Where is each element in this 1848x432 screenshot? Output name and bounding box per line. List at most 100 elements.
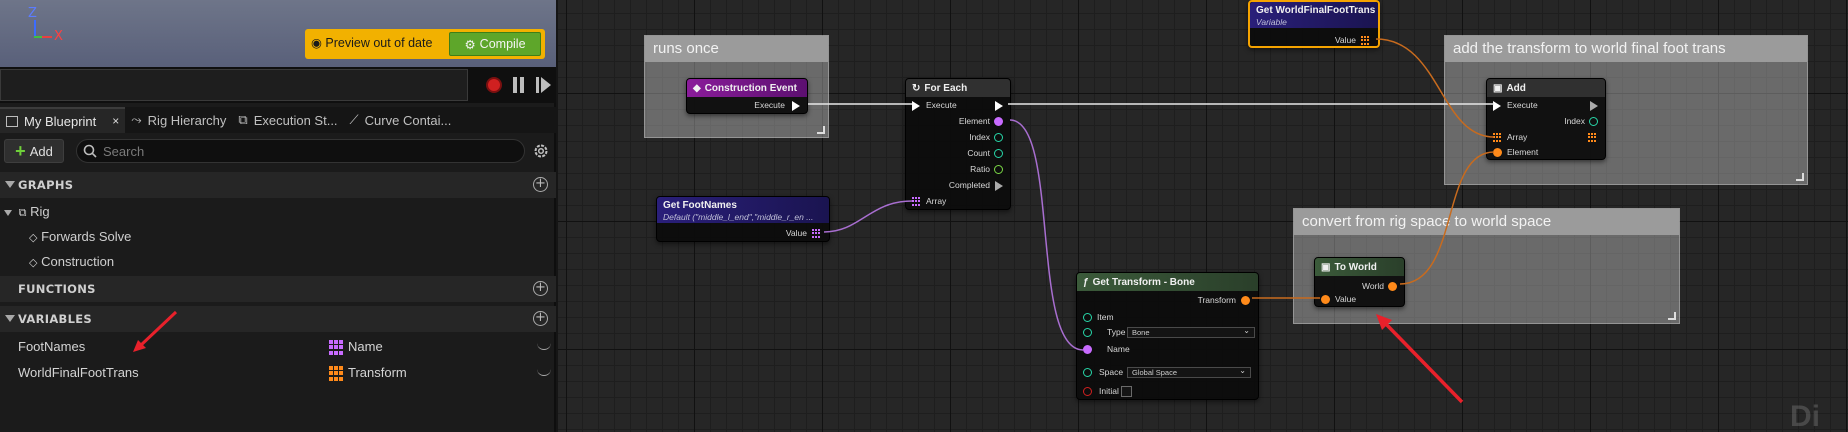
completed-exec-pin[interactable] xyxy=(995,181,1003,191)
transform-out-pin[interactable] xyxy=(1241,296,1250,305)
settings-gear-icon[interactable] xyxy=(532,142,550,160)
node-title: Get WorldFinalFootTrans xyxy=(1256,5,1376,16)
index-pin[interactable] xyxy=(994,133,1003,142)
value-pin[interactable] xyxy=(812,229,821,238)
node-add[interactable]: ▣ Add Execute Index Array Element xyxy=(1486,78,1606,160)
add-graph-icon[interactable]: + xyxy=(533,177,548,192)
exec-in-pin[interactable] xyxy=(1493,101,1501,111)
tree-item-rig[interactable]: ⧉ Rig xyxy=(4,204,50,220)
world-out-pin[interactable] xyxy=(1388,282,1397,291)
array-pin[interactable] xyxy=(912,197,921,206)
axis-z-label: Z xyxy=(28,6,37,21)
step-icon[interactable] xyxy=(536,77,552,93)
tree-item-forwards-solve[interactable]: ◇ Forwards Solve xyxy=(29,229,131,244)
search-input[interactable] xyxy=(103,143,503,159)
exec-out-pin[interactable] xyxy=(792,101,800,111)
watermark-logo: Di xyxy=(1790,400,1820,432)
variable-row-worldfinalfoottrans[interactable]: WorldFinalFootTrans Transform xyxy=(0,360,556,386)
node-title: Add xyxy=(1506,82,1526,94)
add-button[interactable]: + Add xyxy=(4,139,64,163)
preview-viewport[interactable]: Z X ◉ Preview out of date ⚙ Compile xyxy=(0,0,556,67)
tab-execution-stack[interactable]: ⧉ Execution St... xyxy=(232,107,343,133)
tab-my-blueprint[interactable]: My Blueprint × xyxy=(0,107,126,133)
exec-out-pin[interactable] xyxy=(995,101,1003,111)
variable-type[interactable]: Transform xyxy=(348,365,407,380)
search-icon xyxy=(83,144,97,158)
compile-button[interactable]: ⚙ Compile xyxy=(449,32,541,56)
axis-y-line xyxy=(34,36,42,38)
section-label: VARIABLES xyxy=(18,312,92,326)
item-pin[interactable] xyxy=(1083,313,1092,322)
add-variable-icon[interactable]: + xyxy=(533,311,548,326)
tab-label: Curve Contai... xyxy=(364,112,452,128)
rig-graph-canvas[interactable]: runs once add the transform to world fin… xyxy=(558,0,1848,432)
section-label: GRAPHS xyxy=(18,178,74,192)
resize-grip-icon[interactable] xyxy=(1796,173,1804,181)
comment-title[interactable]: runs once xyxy=(645,36,828,62)
hierarchy-icon: ⤳ xyxy=(131,112,142,127)
space-dropdown[interactable]: Global Space xyxy=(1127,366,1251,378)
variable-type[interactable]: Name xyxy=(348,339,383,354)
debug-toolbar xyxy=(0,67,556,103)
pin-label: Index xyxy=(969,132,990,142)
close-icon[interactable]: × xyxy=(112,114,119,128)
event-diamond-icon: ◇ xyxy=(29,232,38,244)
pin-label: Transform xyxy=(1197,295,1236,305)
functions-section-header[interactable]: FUNCTIONS + xyxy=(0,276,556,302)
node-get-transform-bone[interactable]: ƒ Get Transform - Bone Transform Item Ty… xyxy=(1076,272,1259,400)
search-box[interactable] xyxy=(76,139,525,163)
initial-pin[interactable] xyxy=(1083,387,1092,396)
pin-label: Value xyxy=(785,228,807,238)
ratio-pin[interactable] xyxy=(994,165,1003,174)
node-construction-event[interactable]: ◆ Construction Event Execute xyxy=(686,78,808,114)
resize-grip-icon[interactable] xyxy=(1668,312,1676,320)
array-out-pin[interactable] xyxy=(1588,133,1597,142)
add-function-icon[interactable]: + xyxy=(533,281,548,296)
comment-title[interactable]: convert from rig space to world space xyxy=(1294,209,1679,235)
expand-arrow-icon xyxy=(5,181,15,188)
exec-out-pin[interactable] xyxy=(1590,101,1598,111)
node-get-footnames[interactable]: Get FootNames Default ("middle_l_end","m… xyxy=(656,196,830,242)
graphs-section-header[interactable]: GRAPHS + xyxy=(0,172,556,198)
pin-label: Space xyxy=(1099,367,1124,377)
value-in-pin[interactable] xyxy=(1321,295,1330,304)
element-pin[interactable] xyxy=(994,117,1003,126)
resize-grip-icon[interactable] xyxy=(817,126,825,134)
add-label: Add xyxy=(29,143,53,159)
node-to-world[interactable]: ▣ To World World Value xyxy=(1314,257,1405,307)
tree-item-construction[interactable]: ◇ Construction xyxy=(29,254,114,269)
tab-rig-hierarchy[interactable]: ⤳ Rig Hierarchy xyxy=(125,107,232,133)
variable-row-footnames[interactable]: FootNames Name xyxy=(0,334,556,360)
pin-label: Initial xyxy=(1099,386,1119,396)
type-pin[interactable] xyxy=(1083,328,1092,337)
comment-title[interactable]: add the transform to world final foot tr… xyxy=(1445,36,1807,62)
variables-section-header[interactable]: VARIABLES + xyxy=(0,306,556,332)
function-icon: ƒ xyxy=(1083,276,1089,288)
preview-badge-label: Preview out of date xyxy=(325,36,433,50)
record-icon[interactable] xyxy=(486,77,502,93)
visibility-eye-icon[interactable] xyxy=(537,368,551,376)
pin-label: Index xyxy=(1564,116,1585,126)
space-pin[interactable] xyxy=(1083,368,1092,377)
pause-icon[interactable] xyxy=(512,77,526,93)
type-dropdown[interactable]: Bone xyxy=(1127,326,1255,338)
node-get-worldfinalfoottrans[interactable]: Get WorldFinalFootTrans Variable Value xyxy=(1248,0,1380,48)
visibility-eye-icon[interactable] xyxy=(537,342,551,350)
gear-icon: ⚙ xyxy=(464,37,476,52)
count-pin[interactable] xyxy=(994,149,1003,158)
value-pin[interactable] xyxy=(1361,36,1370,45)
initial-checkbox[interactable] xyxy=(1121,386,1132,397)
pin-label: Value xyxy=(1334,35,1356,45)
my-blueprint-panel: Z X ◉ Preview out of date ⚙ Compile My B… xyxy=(0,0,556,432)
exec-in-pin[interactable] xyxy=(912,101,920,111)
tab-curve-container[interactable]: ⟋ Curve Contai... xyxy=(344,107,458,133)
array-in-pin[interactable] xyxy=(1493,133,1502,142)
element-pin[interactable] xyxy=(1493,148,1502,157)
loop-icon: ↻ xyxy=(912,82,921,94)
event-diamond-icon: ◆ xyxy=(693,82,701,94)
name-pin[interactable] xyxy=(1083,345,1092,354)
debug-object-field[interactable] xyxy=(0,69,468,101)
node-for-each[interactable]: ↻ For Each Execute Element Index Count R… xyxy=(905,78,1011,210)
pin-label: Ratio xyxy=(970,164,990,174)
index-pin[interactable] xyxy=(1589,117,1598,126)
